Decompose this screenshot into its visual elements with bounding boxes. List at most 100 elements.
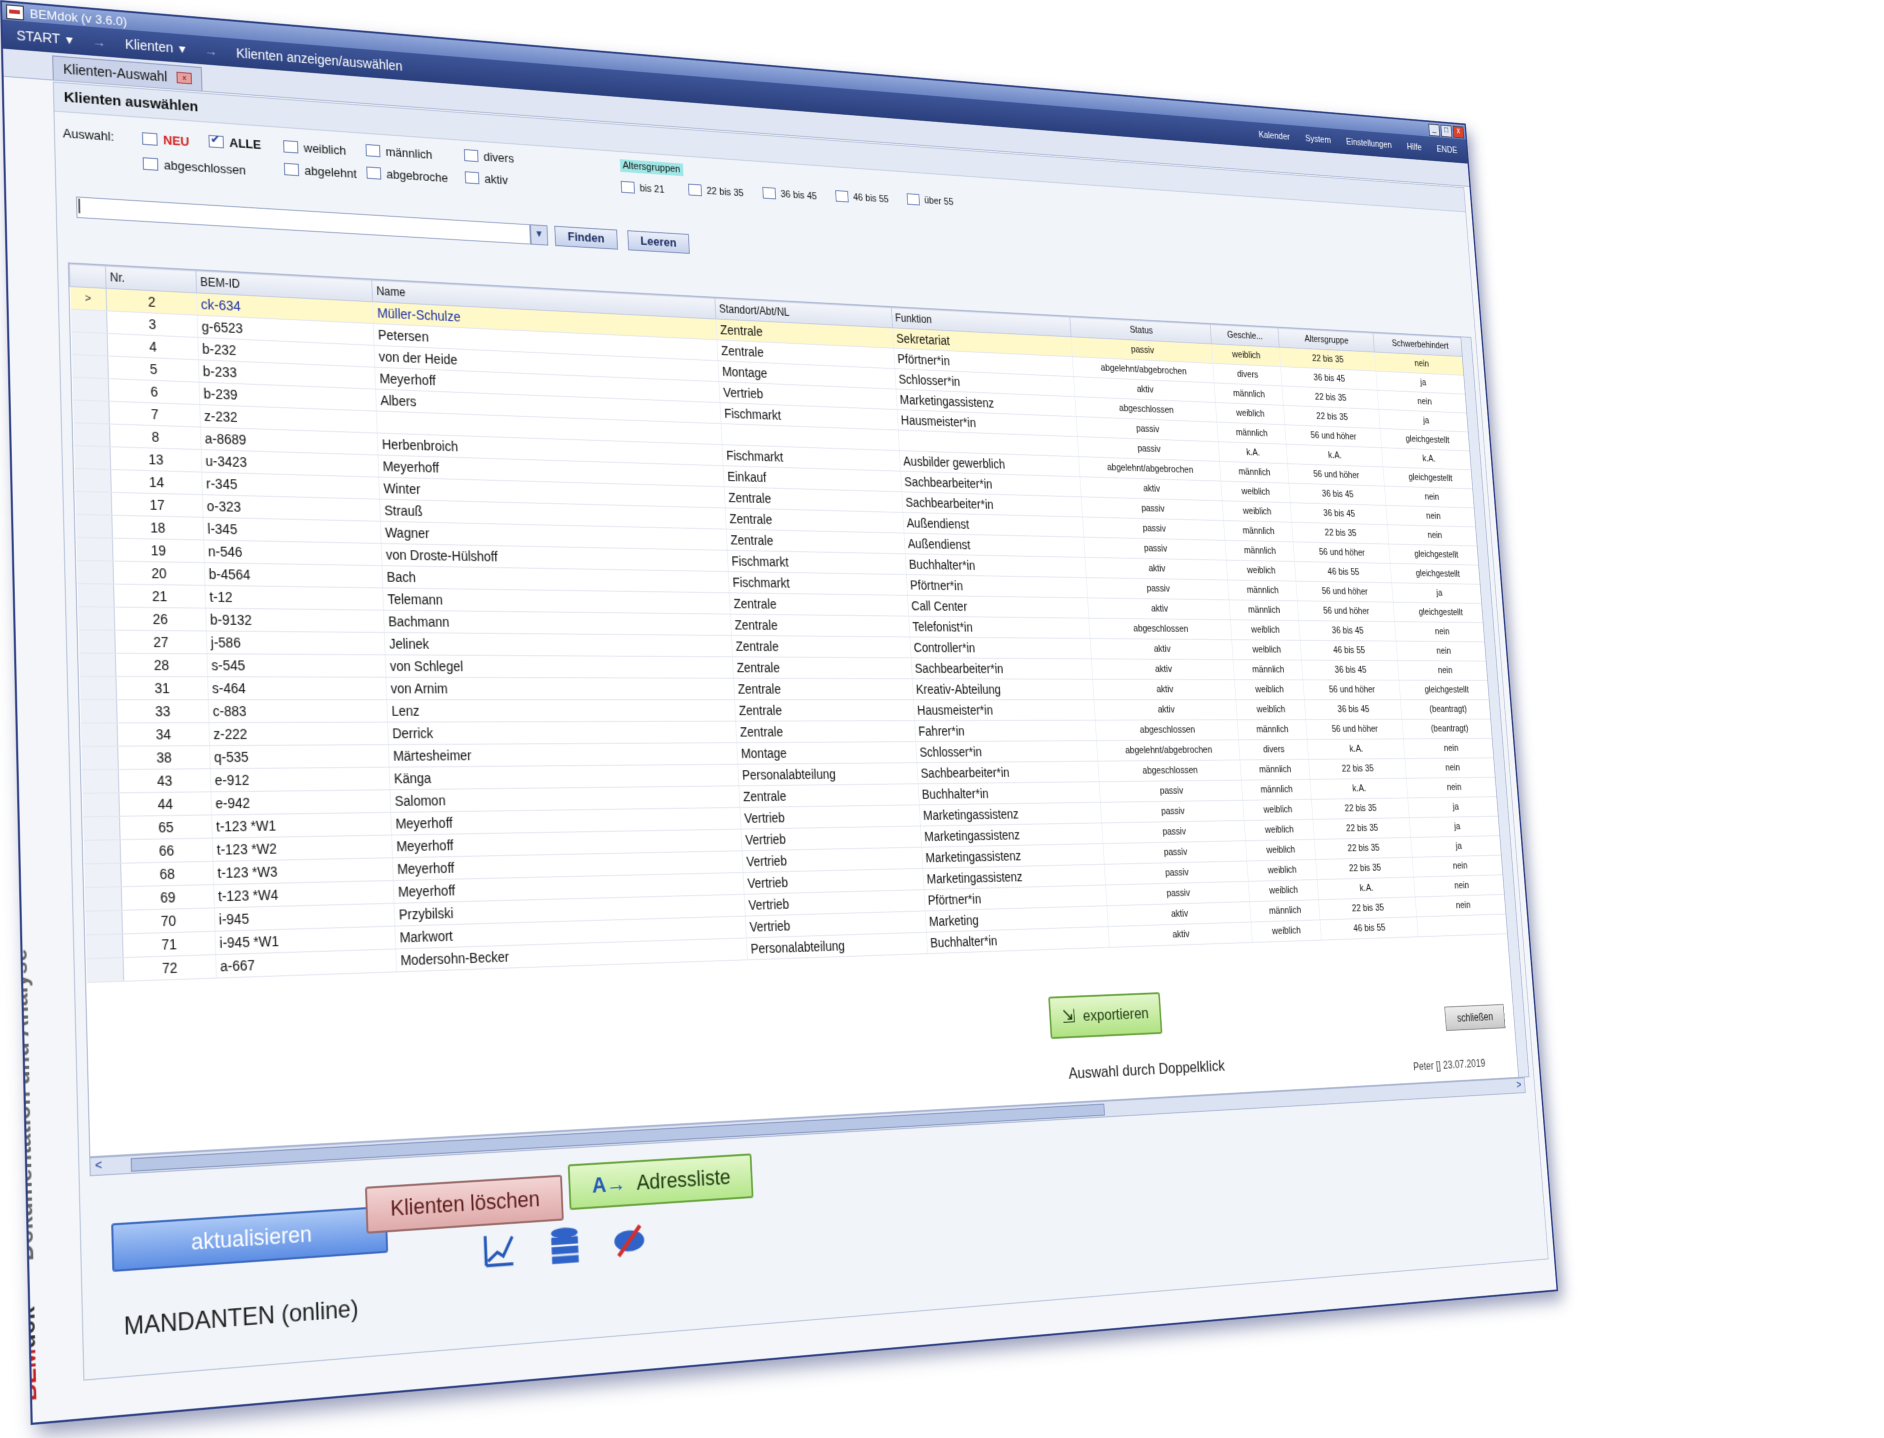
scroll-left-icon[interactable]: < (90, 1157, 107, 1175)
app-logo-icon (5, 3, 25, 20)
cell-schwerbehindert: nein (1396, 641, 1491, 662)
filter-aktiv[interactable]: aktiv (464, 170, 508, 187)
finden-button[interactable]: Finden (554, 225, 618, 250)
cell-altersgruppe: 22 bis 35 (1311, 797, 1410, 820)
scroll-right-icon[interactable]: > (1513, 1078, 1525, 1092)
cell-geschlecht: weiblich (1220, 481, 1291, 503)
cell-funktion: Hausmeister*in (913, 699, 1096, 721)
cell-schwerbehindert: (beantragt) (1401, 719, 1497, 739)
cell-geschlecht: weiblich (1235, 699, 1306, 720)
filter-maennlich-label: männlich (385, 144, 433, 162)
row-header (70, 331, 108, 356)
cell-standort: Zentrale (732, 656, 912, 679)
menu-hilfe[interactable]: Hilfe (1406, 142, 1422, 153)
database-icon[interactable] (545, 1223, 585, 1268)
filter-weiblich-label: weiblich (303, 140, 347, 158)
row-header (80, 746, 119, 770)
cell-standort: Zentrale (731, 635, 911, 658)
age-46-55[interactable]: 46 bis 55 (835, 190, 889, 205)
cell-geschlecht: weiblich (1251, 919, 1322, 943)
exportieren-button[interactable]: ⇲ exportieren (1048, 992, 1163, 1040)
cell-schwerbehindert: nein (1394, 621, 1490, 642)
menu-ende[interactable]: ENDE (1436, 144, 1457, 155)
cell-standort: Fischmarkt (728, 571, 908, 596)
schliessen-button[interactable]: schließen (1444, 1003, 1506, 1032)
search-dropdown-icon[interactable]: ▼ (529, 224, 549, 246)
row-header (72, 399, 110, 424)
cell-funktion: Sachbearbeiter*in (910, 657, 1093, 680)
filter-abgelehnt[interactable]: abgelehnt (283, 162, 357, 181)
age-22-35[interactable]: 22 bis 35 (688, 183, 744, 199)
cell-bem-id: n-546 (203, 539, 383, 566)
filter-divers[interactable]: divers (463, 148, 514, 165)
cell-altersgruppe: 22 bis 35 (1308, 758, 1407, 780)
cell-status: passiv (1101, 820, 1246, 844)
cell-nr: 14 (110, 469, 203, 495)
cell-geschlecht: weiblich (1245, 839, 1316, 862)
cell-name: Lenz (386, 699, 736, 723)
cell-bem-id: q-535 (209, 744, 390, 769)
row-header (85, 933, 123, 959)
cell-bem-id: b-9132 (205, 608, 385, 633)
klienten-loeschen-button[interactable]: Klienten löschen (364, 1174, 565, 1234)
cell-geschlecht: männlich (1229, 599, 1299, 621)
cell-geschlecht: divers (1238, 739, 1309, 760)
menu-system[interactable]: System (1305, 134, 1331, 146)
filter-weiblich[interactable]: weiblich (283, 139, 347, 158)
age-bis-21[interactable]: bis 21 (620, 180, 665, 196)
filter-abgebroche[interactable]: abgebroche (366, 166, 448, 185)
menu-einstellungen[interactable]: Einstellungen (1346, 137, 1392, 150)
menu-kalender[interactable]: Kalender (1258, 130, 1290, 142)
filter-maennlich[interactable]: männlich (365, 143, 433, 162)
row-header (71, 354, 109, 379)
filter-abgeschlossen[interactable]: abgeschlossen (142, 156, 246, 177)
cell-geschlecht: weiblich (1231, 639, 1302, 661)
hide-icon[interactable] (610, 1219, 649, 1263)
cell-status: passiv (1083, 537, 1227, 561)
row-header (82, 792, 120, 817)
filter-abgebroche-label: abgebroche (386, 166, 449, 185)
cell-standort: Zentrale (730, 614, 910, 637)
cell-schwerbehindert: nein (1412, 855, 1508, 878)
maximize-button[interactable]: □ (1440, 124, 1453, 138)
minimize-button[interactable]: _ (1428, 123, 1441, 137)
leeren-button[interactable]: Leeren (627, 230, 690, 254)
chart-icon[interactable] (479, 1228, 519, 1273)
age-ueber-55[interactable]: über 55 (906, 193, 954, 207)
checkbox-icon (620, 180, 635, 194)
checkbox-icon (142, 157, 159, 171)
close-tab-icon[interactable]: x (176, 71, 193, 85)
klienten-panel: Klienten auswählen Auswahl: NEU ALLE abg… (52, 81, 1549, 1381)
filter-neu[interactable]: NEU (141, 131, 189, 149)
cell-geschlecht: männlich (1219, 461, 1290, 484)
cell-nr: 13 (109, 446, 202, 473)
cell-status: aktiv (1091, 658, 1235, 680)
cell-altersgruppe: 22 bis 35 (1291, 522, 1389, 545)
close-window-button[interactable]: x (1452, 125, 1465, 139)
cell-nr: 68 (120, 861, 214, 887)
checkbox-checked-icon (208, 134, 224, 149)
adressliste-button[interactable]: A→ Adressliste (567, 1153, 754, 1211)
cell-geschlecht: männlich (1227, 579, 1298, 601)
row-header (83, 839, 121, 864)
cell-schwerbehindert (1416, 913, 1513, 937)
cell-name: Bachmann (383, 610, 732, 636)
row-header (73, 445, 111, 470)
filter-alle[interactable]: ALLE (208, 134, 261, 152)
cell-altersgruppe: 46 bis 55 (1320, 916, 1419, 941)
cell-geschlecht: weiblich (1215, 402, 1285, 425)
cell-altersgruppe: 56 und höher (1303, 679, 1401, 700)
menu-klienten[interactable]: Klienten ▾ (111, 35, 199, 58)
row-header (81, 769, 119, 794)
cell-bem-id: e-942 (210, 789, 391, 815)
table-row[interactable]: 31 s-464 von Arnim Zentrale Kreativ-Abteilun… (79, 676, 1494, 700)
cell-funktion: Fahrer*in (914, 720, 1097, 742)
age-label: 36 bis 45 (780, 188, 818, 202)
cell-funktion: Kreativ-Abteilung (911, 678, 1094, 700)
age-36-45[interactable]: 36 bis 45 (762, 186, 818, 202)
aktualisieren-button[interactable]: aktualisieren (111, 1205, 389, 1272)
menu-start[interactable]: START ▾ (3, 26, 87, 49)
cell-altersgruppe: 36 bis 45 (1289, 483, 1386, 506)
cell-altersgruppe: k.A. (1317, 877, 1416, 900)
row-header (79, 699, 117, 723)
